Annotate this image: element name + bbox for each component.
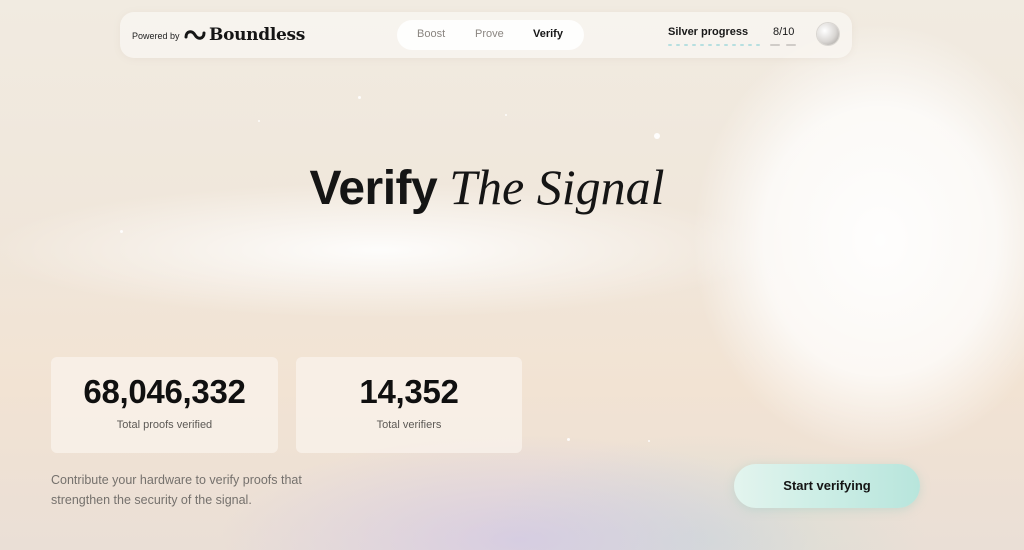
start-verifying-button[interactable]: Start verifying: [734, 464, 920, 508]
sparkle: [358, 96, 361, 99]
hero-title: Verify The Signal: [0, 158, 974, 216]
nav-item-verify[interactable]: Verify: [533, 28, 563, 40]
sparkle: [654, 133, 660, 139]
hero-title-main: Verify: [309, 162, 438, 215]
sparkle: [258, 120, 260, 122]
nav-item-prove[interactable]: Prove: [475, 28, 504, 40]
boundless-logo-icon: [184, 30, 206, 40]
sparkle: [648, 440, 650, 442]
progress-title: Silver progress: [668, 26, 749, 38]
nav-item-boost[interactable]: Boost: [417, 28, 445, 40]
stat-label: Total verifiers: [376, 419, 442, 431]
stat-card-proofs: 68,046,332 Total proofs verified: [51, 357, 278, 453]
avatar[interactable]: [817, 23, 839, 45]
brand-name[interactable]: Boundless: [209, 25, 305, 45]
sparkle: [505, 114, 507, 116]
sparkle: [120, 230, 123, 233]
description-text: Contribute your hardware to verify proof…: [51, 473, 302, 507]
sparkle: [567, 438, 570, 441]
stat-value: 14,352: [359, 373, 459, 410]
progress-count: 8/10: [773, 26, 795, 38]
top-bar: Powered by Boundless Boost Prove Verify …: [120, 12, 852, 58]
nav-pill: Boost Prove Verify: [397, 20, 584, 50]
stat-label: Total proofs verified: [116, 419, 213, 431]
hero-title-accent: The Signal: [449, 159, 665, 215]
stat-value: 68,046,332: [83, 373, 246, 410]
stat-card-verifiers: 14,352 Total verifiers: [296, 357, 522, 453]
powered-by-label: Powered by: [132, 31, 180, 41]
progress-track: [668, 44, 798, 48]
